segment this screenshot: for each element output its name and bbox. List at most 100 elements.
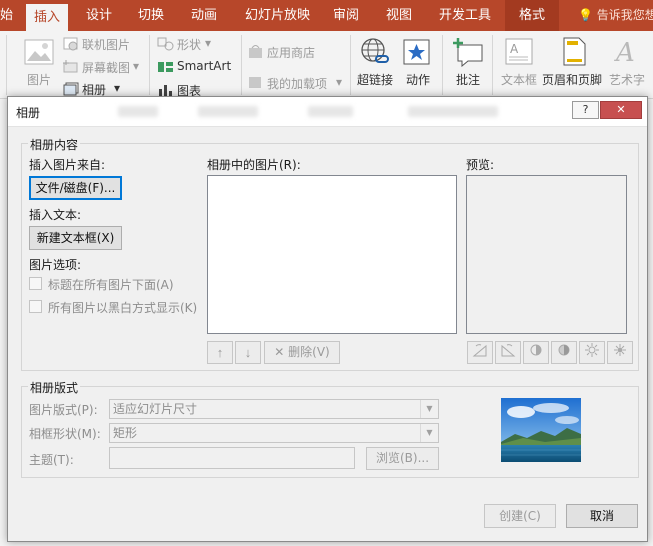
ribbon-separator [241,35,242,95]
captions-option-label[interactable]: 标题在所有图片下面(A) [48,276,174,293]
tab-insert[interactable]: 插入 [26,4,69,31]
tab-format[interactable]: 格式 [505,0,560,31]
rotate-left-icon [472,344,487,357]
picture-icon[interactable] [24,39,56,67]
svg-text:A: A [510,42,519,56]
online-pictures-icon [63,37,78,51]
move-up-button[interactable]: ↑ [207,341,233,364]
hyperlink-command[interactable]: 超链接 [357,71,393,88]
frame-shape-select[interactable]: 矩形 ▼ [109,423,439,443]
dialog-titlebar[interactable]: 相册 ? ✕ [8,97,647,127]
ribbon-body: 图片 联机图片 屏幕截图 ▾ 相册 ▾ 形状 ▾ SmartArt 图表 应用商… [0,31,653,99]
theme-input[interactable] [109,447,355,469]
tell-me-box[interactable]: 💡 告诉我您想 [578,0,653,31]
preview-pane [466,175,627,334]
tab-view[interactable]: 视图 [386,0,412,31]
smartart-icon [158,62,173,72]
store-icon [249,45,262,58]
remove-button[interactable]: ✕ 删除(V) [264,341,340,364]
blurred-background [198,106,258,117]
tab-transitions[interactable]: 切换 [138,0,164,31]
screenshot-command[interactable]: 屏幕截图 [82,59,130,76]
wordart-icon[interactable]: A [613,37,639,67]
svg-text:A: A [614,38,635,67]
contrast-up-icon [530,344,542,356]
chevron-down-icon[interactable]: ▾ [205,36,211,50]
dialog-title: 相册 [16,106,41,120]
new-textbox-button[interactable]: 新建文本框(X) [29,226,122,250]
theme-label: 主题(T): [29,453,74,467]
hyperlink-icon[interactable] [360,37,390,67]
photo-album-dialog: 相册 ? ✕ 相册内容 插入图片来自: 文件/磁盘(F)... 插入文本: 新建… [7,96,648,542]
action-icon[interactable] [403,39,431,66]
shapes-command[interactable]: 形状 [177,36,201,53]
ribbon-separator [442,35,443,95]
chevron-down-icon[interactable]: ▾ [133,59,139,73]
album-icon [63,82,79,96]
blackwhite-option-label[interactable]: 所有图片以黑白方式显示(K) [48,299,197,316]
brightness-up-icon [585,343,599,357]
blurred-background [408,106,498,117]
blackwhite-checkbox[interactable] [29,300,42,313]
album-content-heading: 相册内容 [28,136,81,153]
chevron-down-icon[interactable]: ▼ [420,400,438,418]
ribbon-separator [350,35,351,95]
contrast-down-icon [558,344,570,356]
pictures-command[interactable]: 图片 [27,71,51,88]
shapes-icon [157,37,174,51]
layout-preview-thumbnail [501,398,581,462]
pictures-in-album-list[interactable] [207,175,457,334]
contrast-down-button[interactable] [551,341,577,364]
create-button[interactable]: 创建(C) [484,504,556,528]
brightness-down-button[interactable] [607,341,633,364]
close-button[interactable]: ✕ [600,101,642,119]
smartart-command[interactable]: SmartArt [177,59,231,73]
contrast-up-button[interactable] [523,341,549,364]
textbox-icon[interactable]: A [505,38,533,66]
header-footer-command[interactable]: 页眉和页脚 [542,71,602,88]
picture-layout-select[interactable]: 适应幻灯片尺寸 ▼ [109,399,439,419]
browse-button[interactable]: 浏览(B)... [366,447,439,470]
delete-x-icon: ✕ [274,345,285,359]
arrow-down-icon: ↓ [244,345,252,360]
tab-home[interactable]: 始 [0,0,13,31]
rotate-right-button[interactable] [495,341,521,364]
arrow-up-icon: ↑ [216,345,224,360]
chevron-down-icon[interactable]: ▾ [336,75,342,89]
header-footer-icon[interactable] [563,37,587,67]
blurred-background [308,106,353,117]
tab-design[interactable]: 设计 [86,0,112,31]
my-addins-command[interactable]: 我的加载项 [267,75,327,92]
chart-icon [159,85,172,96]
tab-developer[interactable]: 开发工具 [439,0,491,31]
tell-me-text: 告诉我您想 [596,8,653,22]
move-down-button[interactable]: ↓ [235,341,261,364]
tab-slideshow[interactable]: 幻灯片放映 [245,0,310,31]
insert-from-label: 插入图片来自: [29,158,106,172]
action-command[interactable]: 动作 [406,71,430,88]
ribbon-separator [6,35,7,95]
online-pictures-command[interactable]: 联机图片 [82,36,130,53]
wordart-command[interactable]: 艺术字 [609,71,645,88]
tab-animations[interactable]: 动画 [191,0,217,31]
ribbon-tab-bar: 始 插入 设计 切换 动画 幻灯片放映 审阅 视图 开发工具 格式 💡 告诉我您… [0,0,653,31]
frame-shape-value: 矩形 [113,426,138,440]
textbox-command[interactable]: 文本框 [501,71,537,88]
brightness-down-icon [614,344,626,356]
store-command[interactable]: 应用商店 [267,44,315,61]
help-button[interactable]: ? [572,101,599,119]
file-disk-button[interactable]: 文件/磁盘(F)... [29,176,122,200]
chevron-down-icon[interactable]: ▼ [420,424,438,442]
pictures-in-album-label: 相册中的图片(R): [207,158,301,172]
rotate-left-button[interactable] [467,341,493,364]
ribbon-separator [149,35,150,95]
comment-icon[interactable] [452,37,484,67]
brightness-up-button[interactable] [579,341,605,364]
tab-review[interactable]: 审阅 [333,0,359,31]
remove-button-label: 删除(V) [288,345,330,359]
captions-checkbox[interactable] [29,277,42,290]
cancel-button[interactable]: 取消 [566,504,638,528]
comment-command[interactable]: 批注 [456,71,480,88]
chevron-down-icon[interactable]: ▾ [114,81,120,95]
picture-layout-value: 适应幻灯片尺寸 [113,402,198,416]
